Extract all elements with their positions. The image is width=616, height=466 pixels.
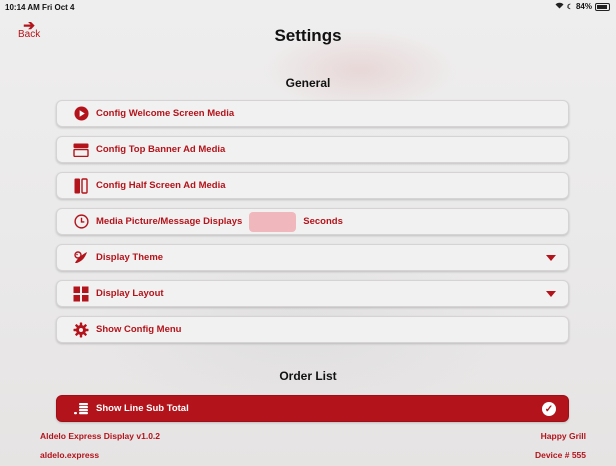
grid-icon xyxy=(73,286,89,302)
config-welcome-screen-media-button[interactable]: Config Welcome Screen Media xyxy=(56,100,569,127)
page-title: Settings xyxy=(274,26,342,45)
status-time: 10:14 AM Fri Oct 4 xyxy=(5,3,75,12)
section-title-general: General xyxy=(285,76,331,90)
row-label: Show Config Menu xyxy=(96,324,182,335)
half-screen-icon xyxy=(73,177,89,194)
display-layout-dropdown[interactable]: Display Layout xyxy=(56,280,569,307)
status-indicators: ☾ 84% xyxy=(555,2,610,11)
config-top-banner-ad-media-button[interactable]: Config Top Banner Ad Media xyxy=(56,136,569,163)
display-theme-dropdown[interactable]: Display Theme xyxy=(56,244,569,271)
clock-icon xyxy=(73,214,89,230)
seconds-input[interactable] xyxy=(249,211,297,232)
device-number: Device # 555 xyxy=(534,450,586,460)
section-title-order-list: Order List xyxy=(279,369,337,383)
battery-percent: 84% xyxy=(575,2,592,11)
status-bar: 10:14 AM Fri Oct 4 ☾ 84% xyxy=(0,0,616,14)
gear-icon xyxy=(73,322,89,338)
palette-icon xyxy=(73,250,89,266)
chevron-down-icon xyxy=(546,255,556,261)
moon-icon: ☾ xyxy=(566,3,573,11)
show-config-menu-button[interactable]: Show Config Menu xyxy=(56,316,569,343)
battery-icon xyxy=(595,2,610,11)
wifi-icon xyxy=(555,2,564,11)
row-label: Display Theme xyxy=(96,252,164,263)
banner-icon xyxy=(73,142,89,158)
row-label: Show Line Sub Total xyxy=(96,403,189,414)
coins-icon xyxy=(73,401,89,417)
chevron-down-icon xyxy=(546,291,556,297)
checkmark-icon: ✓ xyxy=(542,402,556,416)
website-link[interactable]: aldelo.express xyxy=(40,450,99,460)
seconds-unit-label: Seconds xyxy=(303,216,343,227)
row-label: Config Half Screen Ad Media xyxy=(96,180,226,191)
config-half-screen-ad-media-button[interactable]: Config Half Screen Ad Media xyxy=(56,172,569,199)
media-display-seconds-row: Media Picture/Message Displays Seconds xyxy=(56,208,569,235)
row-label: Media Picture/Message Displays xyxy=(96,216,243,227)
row-label: Config Top Banner Ad Media xyxy=(96,144,226,155)
store-name: Happy Grill xyxy=(540,431,586,441)
play-circle-icon xyxy=(73,106,89,122)
row-label: Display Layout xyxy=(96,288,164,299)
app-version: Aldelo Express Display v1.0.2 xyxy=(40,431,161,441)
show-line-sub-total-toggle[interactable]: Show Line Sub Total ✓ xyxy=(56,395,569,422)
row-label: Config Welcome Screen Media xyxy=(96,108,235,119)
